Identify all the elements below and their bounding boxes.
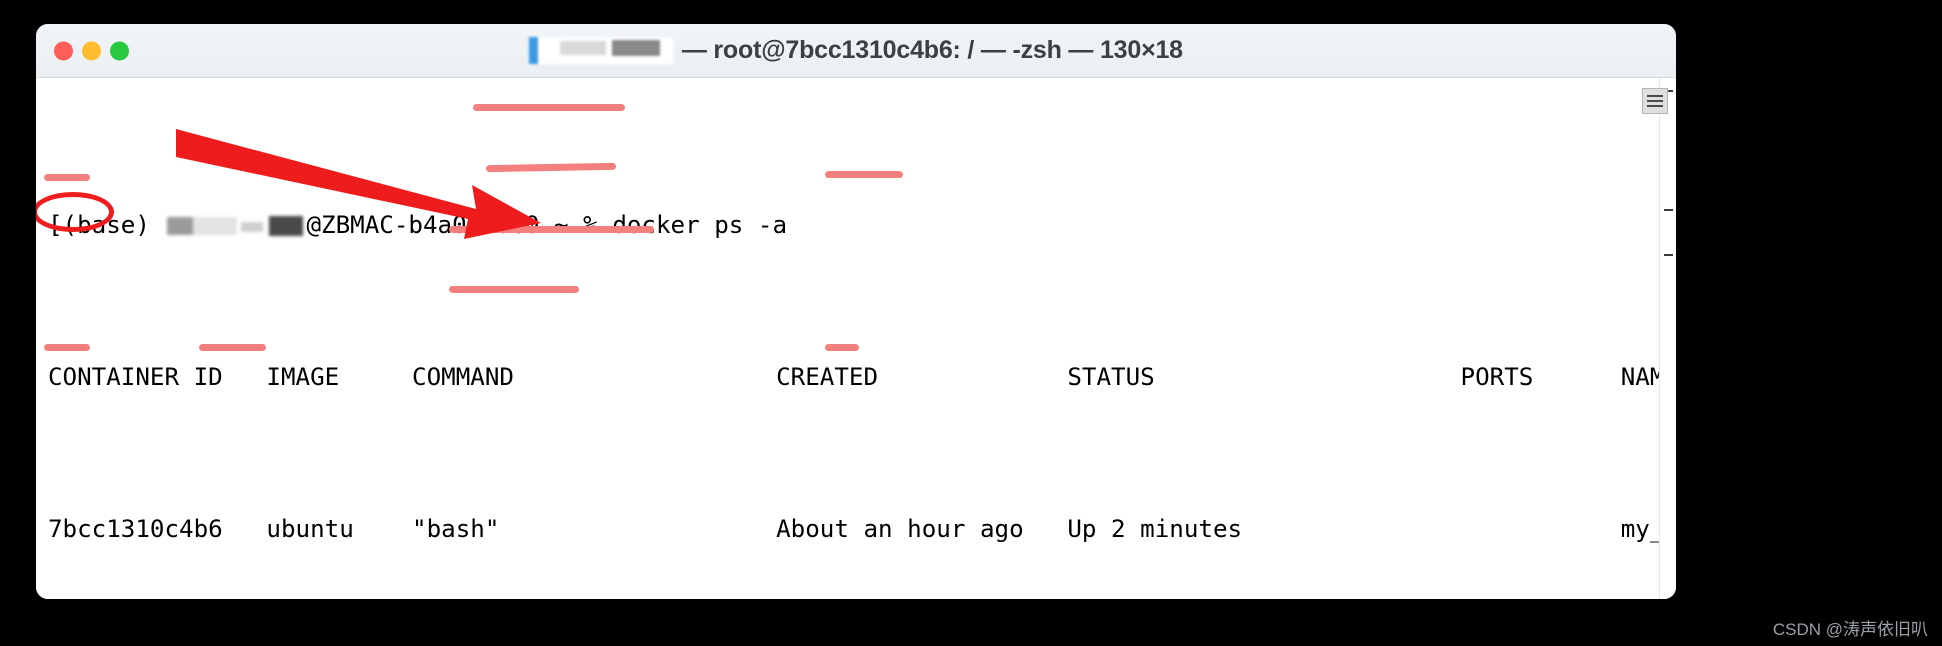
redacted-title-prefix	[529, 37, 674, 64]
terminal-line-prompt-1: [(base) @ZBMAC-b4a0200e0 ~ % docker ps -…	[48, 210, 1676, 240]
minimize-button[interactable]	[82, 41, 101, 60]
screenshot-root: — root@7bcc1310c4b6: / — -zsh — 130×18 […	[0, 0, 1942, 646]
zoom-button[interactable]	[110, 41, 129, 60]
terminal-screen: [(base) @ZBMAC-b4a0200e0 ~ % docker ps -…	[36, 88, 1676, 599]
window-title-bar: — root@7bcc1310c4b6: / — -zsh — 130×18	[36, 24, 1676, 78]
command-docker-ps-a: docker ps -a	[612, 210, 788, 239]
prompt-host: @ZBMAC-b4a0200e0 ~ %	[306, 210, 613, 239]
traffic-light-buttons	[54, 41, 129, 60]
terminal-body[interactable]: [(base) @ZBMAC-b4a0200e0 ~ % docker ps -…	[36, 78, 1676, 599]
watermark-text: CSDN @涛声依旧叭	[1772, 620, 1928, 639]
prompt-prefix: [(base)	[48, 210, 165, 239]
close-button[interactable]	[54, 41, 73, 60]
window-title-text: — root@7bcc1310c4b6: / — -zsh — 130×18	[675, 36, 1183, 64]
table-header-ps-a: CONTAINER ID IMAGE COMMAND CREATED STATU…	[48, 362, 1676, 391]
terminal-menu-icon[interactable]	[1642, 88, 1668, 114]
scroll-mark	[1664, 209, 1673, 211]
window-title: — root@7bcc1310c4b6: / — -zsh — 130×18	[36, 36, 1676, 65]
table-row-ubuntu-ps-a: 7bcc1310c4b6 ubuntu "bash" About an hour…	[48, 514, 1676, 543]
terminal-window: — root@7bcc1310c4b6: / — -zsh — 130×18 […	[36, 24, 1676, 599]
redacted-username	[165, 215, 307, 236]
scroll-mark	[1664, 254, 1673, 256]
terminal-scrollbar[interactable]	[1659, 78, 1676, 599]
